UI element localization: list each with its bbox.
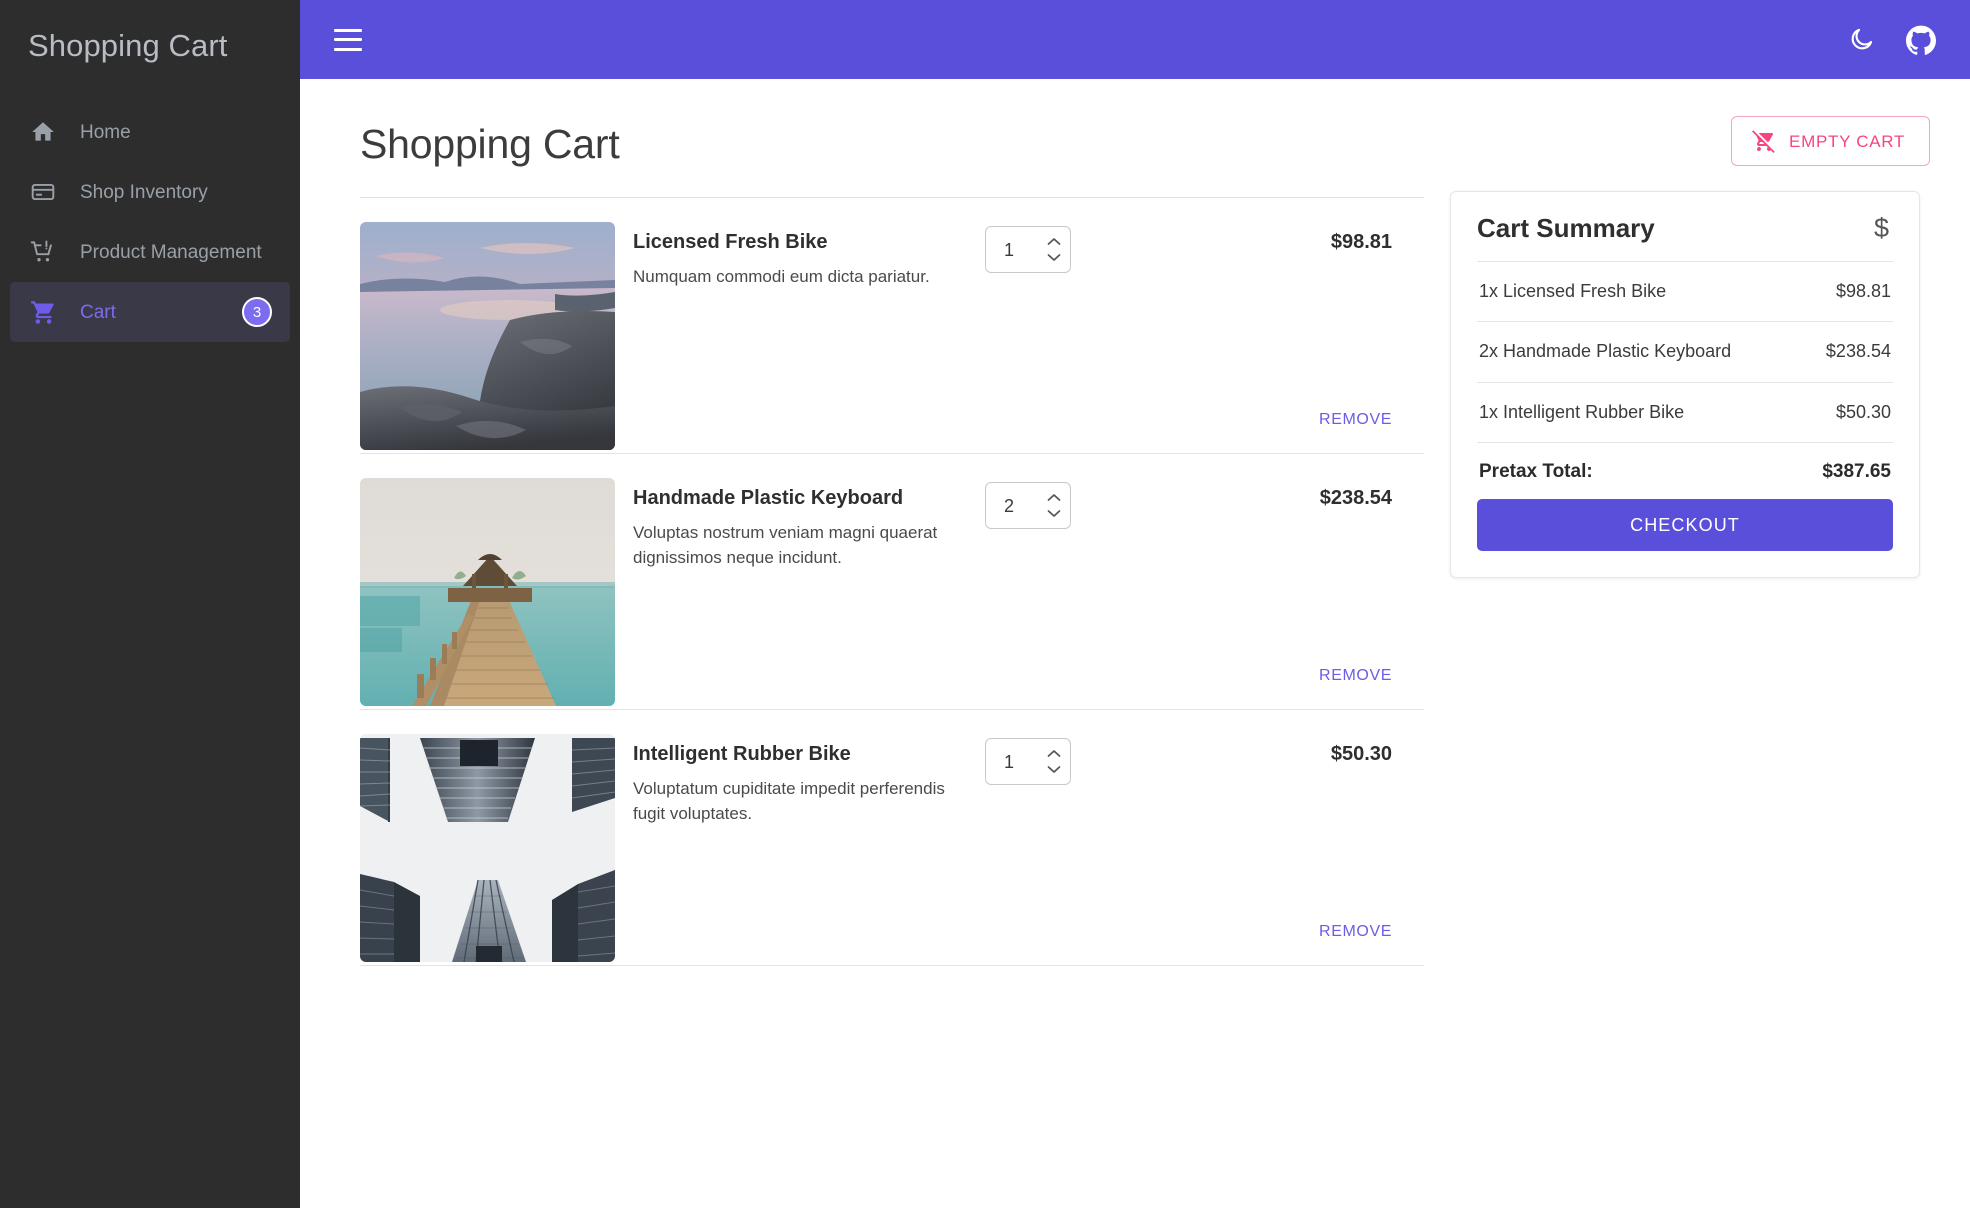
remove-shopping-cart-icon [1752,129,1776,153]
product-description: Numquam commodi eum dicta pariatur. [633,264,963,289]
app-root: Shopping Cart Home Shop Inventory [0,0,1970,1208]
chevron-up-icon[interactable] [1046,749,1061,758]
cart-item-body: Intelligent Rubber Bike Voluptatum cupid… [615,734,1392,965]
sidebar-item-product-management[interactable]: Product Management [10,222,290,282]
summary-line-label: 2x Handmade Plastic Keyboard [1479,341,1731,363]
cart-summary-header: Cart Summary $ [1477,214,1893,261]
summary-line-item: 1x Licensed Fresh Bike $98.81 [1477,262,1893,322]
cart-item-body: Licensed Fresh Bike Numquam commodi eum … [615,222,1392,453]
main-area: Shopping Cart [300,0,1970,1208]
home-icon [28,117,58,147]
remove-item-button[interactable]: REMOVE [1319,411,1392,429]
cart-item-text: Licensed Fresh Bike Numquam commodi eum … [633,222,963,453]
product-image-coastal-sunset [360,222,615,450]
cart-item: Licensed Fresh Bike Numquam commodi eum … [360,198,1392,453]
cart-header: Shopping Cart [360,119,1392,169]
page-content: Shopping Cart [300,79,1970,1208]
remove-item-button[interactable]: REMOVE [1319,667,1392,685]
summary-line-item: 1x Intelligent Rubber Bike $50.30 [1477,383,1893,443]
product-name: Intelligent Rubber Bike [633,741,963,767]
cart-summary-title: Cart Summary [1477,214,1655,243]
product-description: Voluptatum cupiditate impedit perferendi… [633,776,963,826]
sidebar-item-cart[interactable]: Cart 3 [10,282,290,342]
sidebar-item-label: Cart [80,303,116,322]
dollar-sign-icon: $ [1874,215,1893,242]
chevron-down-icon[interactable] [1046,765,1061,774]
shopping-cart-icon [28,297,58,327]
content-columns: Shopping Cart [328,119,1930,966]
sidebar-item-shop-inventory[interactable]: Shop Inventory [10,162,290,222]
summary-line-value: $50.30 [1836,402,1891,424]
summary-line-item: 2x Handmade Plastic Keyboard $238.54 [1477,322,1893,382]
chevron-up-icon[interactable] [1046,237,1061,246]
empty-cart-label: EMPTY CART [1789,133,1905,150]
cart-item-divider [360,965,1424,966]
empty-cart-button[interactable]: EMPTY CART [1731,116,1930,166]
product-image-skyscrapers [360,734,615,962]
quantity-arrows [1046,227,1061,272]
cart-count-badge: 3 [242,297,272,327]
hamburger-menu-icon[interactable] [334,29,362,51]
pretax-total-row: Pretax Total: $387.65 [1477,443,1893,499]
quantity-value: 1 [986,753,1014,771]
product-description: Voluptas nostrum veniam magni quaerat di… [633,520,963,570]
cart-item: Handmade Plastic Keyboard Voluptas nostr… [360,454,1392,709]
quantity-control: 1 [963,734,1073,965]
cart-item: Intelligent Rubber Bike Voluptatum cupid… [360,710,1392,965]
chevron-down-icon[interactable] [1046,509,1061,518]
credit-card-icon [28,177,58,207]
sidebar-title: Shopping Cart [0,0,300,68]
sidebar-item-label: Product Management [80,243,262,262]
quantity-value: 1 [986,241,1014,259]
quantity-control: 2 [963,478,1073,709]
product-name: Handmade Plastic Keyboard [633,485,963,511]
moon-icon[interactable] [1844,23,1878,57]
cart-item-text: Intelligent Rubber Bike Voluptatum cupid… [633,734,963,965]
topbar-actions [1844,23,1938,57]
summary-line-value: $238.54 [1826,341,1891,363]
cart-item-body: Handmade Plastic Keyboard Voluptas nostr… [615,478,1392,709]
remove-item-button[interactable]: REMOVE [1319,923,1392,941]
quantity-control: 1 [963,222,1073,453]
summary-line-value: $98.81 [1836,281,1891,303]
product-image-wooden-pier [360,478,615,706]
sidebar: Shopping Cart Home Shop Inventory [0,0,300,1208]
summary-line-label: 1x Licensed Fresh Bike [1479,281,1666,303]
checkout-button[interactable]: CHECKOUT [1477,499,1893,551]
cart-summary-card: Cart Summary $ 1x Licensed Fresh Bike $9… [1450,191,1920,578]
pretax-total-label: Pretax Total: [1479,461,1593,483]
cart-item-text: Handmade Plastic Keyboard Voluptas nostr… [633,478,963,709]
github-icon[interactable] [1904,23,1938,57]
sidebar-item-home[interactable]: Home [10,102,290,162]
cart-column: Shopping Cart [328,119,1392,966]
quantity-stepper[interactable]: 1 [985,738,1071,785]
cart-summary-column: Cart Summary $ 1x Licensed Fresh Bike $9… [1392,119,1920,578]
pretax-total-value: $387.65 [1822,461,1891,483]
quantity-arrows [1046,483,1061,528]
quantity-stepper[interactable]: 2 [985,482,1071,529]
chevron-up-icon[interactable] [1046,493,1061,502]
summary-line-label: 1x Intelligent Rubber Bike [1479,402,1684,424]
sidebar-nav: Home Shop Inventory [0,102,300,342]
sidebar-item-label: Home [80,123,131,142]
sidebar-item-label: Shop Inventory [80,183,208,202]
top-app-bar [300,0,1970,79]
quantity-stepper[interactable]: 1 [985,226,1071,273]
quantity-arrows [1046,739,1061,784]
page-title: Shopping Cart [360,119,620,169]
product-name: Licensed Fresh Bike [633,229,963,255]
chevron-down-icon[interactable] [1046,253,1061,262]
quantity-value: 2 [986,497,1014,515]
add-shopping-cart-icon [28,237,58,267]
